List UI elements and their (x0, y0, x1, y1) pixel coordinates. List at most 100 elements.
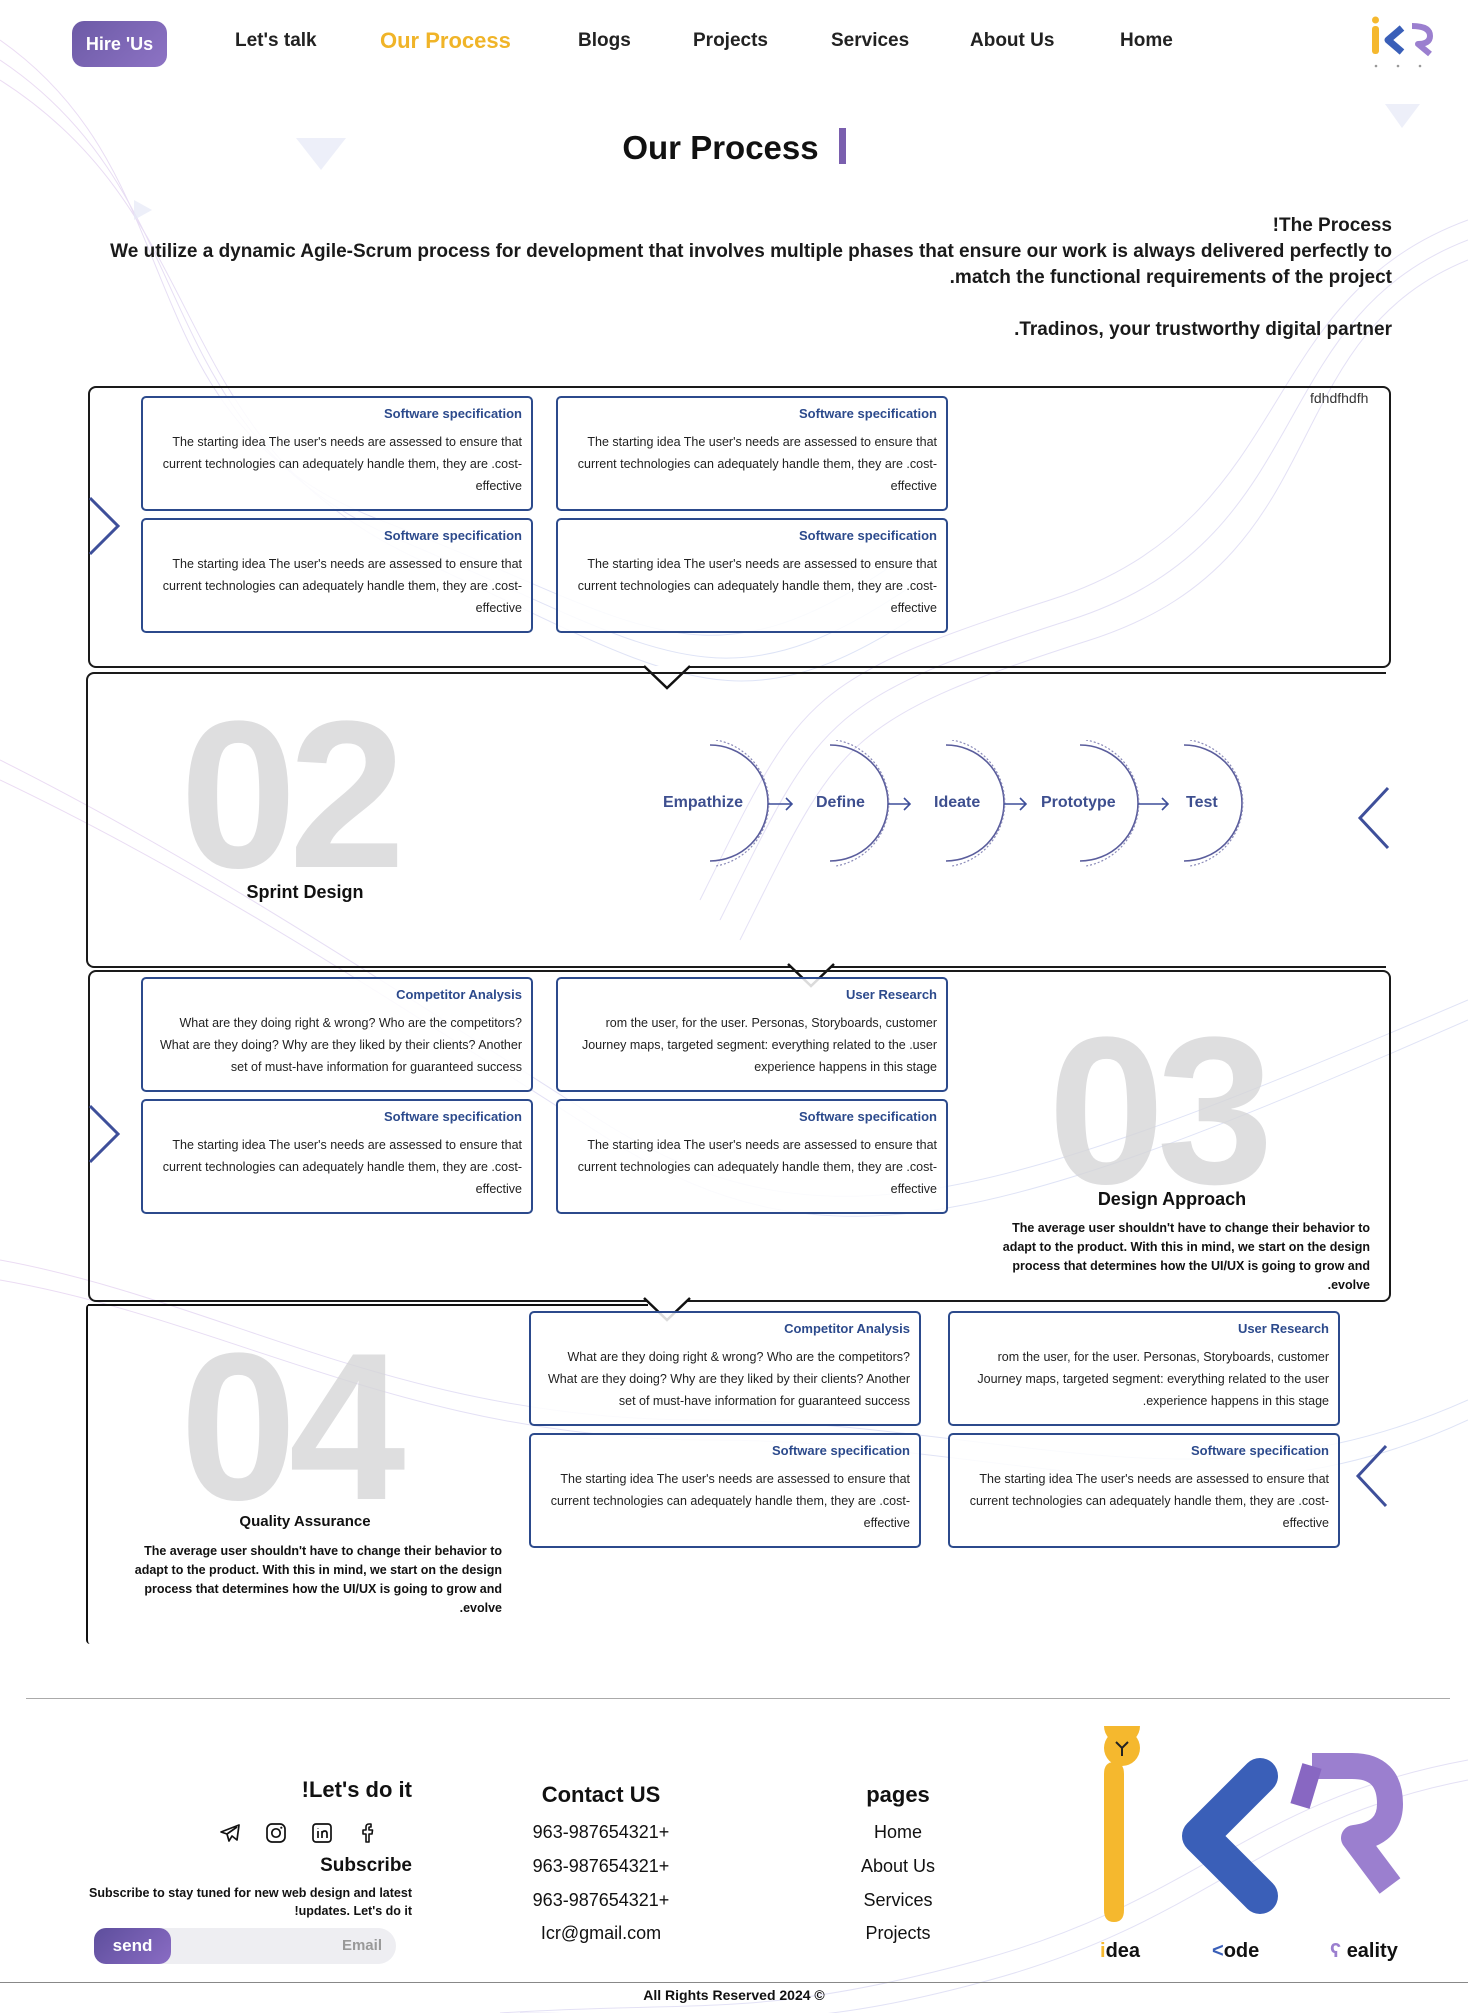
step-3-card: Software specification The starting idea… (141, 1099, 533, 1214)
card-title: User Research (845, 987, 937, 1002)
step-4-card: User Research rom the user, for the user… (948, 1311, 1340, 1426)
lets-do-it-heading: !Let's do it (301, 1777, 412, 1802)
step-4-card: Software specification The starting idea… (948, 1433, 1340, 1548)
step-3-card: User Research rom the user, for the user… (556, 977, 948, 1092)
subscribe-text-line-2: !updates. Let's do it (294, 1904, 412, 1918)
contact-email[interactable]: Icr@gmail.com (501, 1923, 701, 1944)
send-button[interactable]: send (94, 1928, 171, 1964)
facebook-icon[interactable] (356, 1821, 380, 1845)
card-text: What are they doing right & wrong? Who a… (160, 1016, 522, 1074)
intro-line-2: .match the functional requirements of th… (949, 267, 1392, 288)
nav-blogs[interactable]: Blogs (578, 30, 631, 52)
instagram-icon[interactable] (264, 1821, 288, 1845)
step-1-card: Software specification The starting idea… (556, 518, 948, 633)
step-1-card: Software specification The starting idea… (141, 396, 533, 511)
footer-logo (1104, 1726, 1403, 1922)
step-4-number: 04 (180, 1309, 406, 1544)
logo-word-reality: ʕ eality (1330, 1940, 1398, 1962)
footer-link-services[interactable]: Services (818, 1890, 978, 1911)
logo-word-idea-text: dea (1105, 1940, 1141, 1962)
page-title: Our Process (0, 128, 1468, 167)
nav-lets-talk[interactable]: Let's talk (235, 30, 317, 52)
step-4-frame-top (88, 1304, 648, 1306)
step-3-description: The average user shouldn't have to chang… (1002, 1221, 1370, 1292)
step-2-title: Sprint Design (246, 882, 364, 902)
page-title-text: Our Process (622, 129, 819, 166)
chevron-left-icon[interactable] (1356, 784, 1392, 852)
phone-2[interactable]: 963-987654321+ (501, 1856, 701, 1877)
phone-1[interactable]: 963-987654321+ (501, 1822, 701, 1843)
card-title: Software specification (384, 406, 522, 421)
footer-bottom-divider (0, 1982, 1468, 1983)
card-text: The starting idea The user's needs are a… (550, 1472, 910, 1530)
step-4-description: The average user shouldn't have to chang… (134, 1544, 502, 1615)
footer-link-home[interactable]: Home (818, 1822, 978, 1843)
social-links (218, 1821, 380, 1845)
step-3-number: 03 (1048, 993, 1274, 1228)
card-title: Software specification (1191, 1443, 1329, 1458)
phone-3[interactable]: 963-987654321+ (501, 1890, 701, 1911)
step-4-frame (86, 1304, 90, 1644)
step-3-card: Software specification The starting idea… (556, 1099, 948, 1214)
step-4-card: Software specification The starting idea… (529, 1433, 921, 1548)
design-thinking-stages (709, 740, 1244, 867)
logo-word-reality-text: eality (1346, 1940, 1398, 1962)
copyright: All Rights Reserved 2024 © (643, 1987, 825, 2003)
nav-services[interactable]: Services (831, 30, 909, 52)
pages-heading: pages (866, 1782, 930, 1807)
card-text: The starting idea The user's needs are a… (162, 557, 522, 615)
card-title: Software specification (799, 528, 937, 543)
card-text: The starting idea The user's needs are a… (577, 435, 937, 493)
step-1-card: Software specification The starting idea… (556, 396, 948, 511)
intro-heading: !The Process (1272, 215, 1392, 236)
card-text: The starting idea The user's needs are a… (162, 435, 522, 493)
main-nav: Let's talk Our Process Blogs Projects Se… (0, 28, 1468, 60)
header-logo[interactable] (1368, 16, 1438, 72)
chevron-right-icon[interactable] (86, 494, 122, 558)
card-title: Software specification (799, 1109, 937, 1124)
footer-link-about[interactable]: About Us (818, 1856, 978, 1877)
nav-home[interactable]: Home (1120, 30, 1173, 52)
subscribe-form: send Email (94, 1928, 396, 1964)
footer-divider (26, 1698, 1450, 1699)
card-title: Software specification (384, 528, 522, 543)
nav-our-process[interactable]: Our Process (380, 28, 511, 54)
step-4-card: Competitor Analysis What are they doing … (529, 1311, 921, 1426)
logo-word-code-text: ode (1223, 1940, 1260, 1962)
card-title: Software specification (384, 1109, 522, 1124)
subscribe-text-line-1: Subscribe to stay tuned for new web desi… (89, 1886, 412, 1900)
card-title: Software specification (799, 406, 937, 421)
contact-heading: Contact US (541, 1782, 661, 1807)
card-text: rom the user, for the user. Personas, St… (977, 1350, 1329, 1408)
step-1-card: Software specification The starting idea… (141, 518, 533, 633)
card-text: The starting idea The user's needs are a… (162, 1138, 522, 1196)
subscribe-text: Subscribe to stay tuned for new web desi… (60, 1884, 412, 1920)
linkedin-icon[interactable] (310, 1821, 334, 1845)
chevron-left-icon[interactable] (1354, 1442, 1390, 1510)
card-text: The starting idea The user's needs are a… (577, 1138, 937, 1196)
step-2-number: 02 (180, 677, 406, 912)
nav-about-us[interactable]: About Us (970, 30, 1054, 52)
step-3-title: Design Approach (1097, 1189, 1247, 1209)
subscribe-heading: Subscribe (320, 1855, 412, 1876)
card-text: The starting idea The user's needs are a… (969, 1472, 1329, 1530)
card-text: rom the user, for the user. Personas, St… (581, 1016, 937, 1074)
intro-tagline: .Tradinos, your trustworthy digital part… (1014, 319, 1392, 340)
card-title: Competitor Analysis (396, 987, 522, 1002)
intro-line-1: We utilize a dynamic Agile-Scrum process… (110, 241, 1392, 262)
logo-word-idea: idea (1100, 1940, 1141, 1962)
email-input[interactable]: Email (342, 1937, 382, 1954)
card-title: Competitor Analysis (784, 1321, 910, 1336)
telegram-icon[interactable] (218, 1821, 242, 1845)
card-text: What are they doing right & wrong? Who a… (548, 1350, 910, 1408)
card-title: User Research (1237, 1321, 1329, 1336)
chevron-right-icon[interactable] (86, 1102, 122, 1166)
logo-word-code: <ode (1212, 1940, 1260, 1962)
card-title: Software specification (772, 1443, 910, 1458)
step-4-title: Quality Assurance (239, 1513, 371, 1530)
title-accent-bar (838, 128, 846, 164)
nav-projects[interactable]: Projects (693, 30, 768, 52)
step-3-card: Competitor Analysis What are they doing … (141, 977, 533, 1092)
stray-text: fdhdfhdfh (1310, 390, 1369, 406)
footer-link-projects[interactable]: Projects (818, 1923, 978, 1944)
